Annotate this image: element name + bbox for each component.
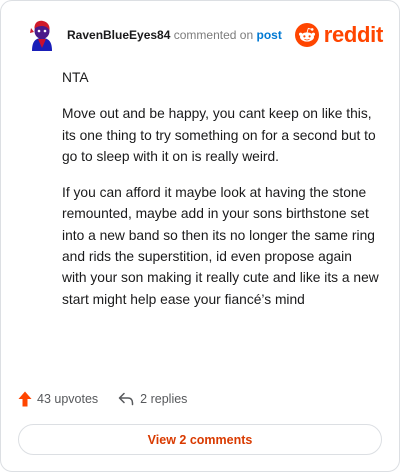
upvote-arrow-icon (18, 391, 32, 407)
replies-button[interactable]: 2 replies (118, 392, 187, 406)
comment-body: NTA Move out and be happy, you cant keep… (62, 67, 380, 325)
comment-actions: 43 upvotes 2 replies (18, 387, 187, 411)
comment-paragraph: If you can afford it maybe look at havin… (62, 185, 379, 307)
reddit-logo-icon (294, 23, 319, 47)
reply-arrow-icon (118, 392, 134, 406)
view-comments-button[interactable]: View 2 comments (18, 424, 382, 455)
comment-header: RavenBlueEyes84 commented on post reddit (25, 18, 383, 52)
upvote-count: 43 upvotes (37, 392, 99, 406)
comment-paragraph: NTA (62, 70, 89, 85)
brand-wordmark: reddit (323, 22, 384, 47)
comment-paragraph: Move out and be happy, you cant keep on … (62, 106, 376, 164)
byline: RavenBlueEyes84 commented on post (67, 28, 295, 42)
post-link[interactable]: post (256, 28, 281, 42)
action-text: commented on (173, 28, 254, 42)
reddit-brand[interactable]: reddit (294, 22, 384, 47)
username[interactable]: RavenBlueEyes84 (67, 28, 170, 42)
replies-count: 2 replies (140, 392, 188, 406)
avatar[interactable] (25, 18, 59, 52)
upvote-button[interactable]: 43 upvotes (18, 391, 98, 407)
comment-card: RavenBlueEyes84 commented on post reddit… (0, 0, 400, 472)
